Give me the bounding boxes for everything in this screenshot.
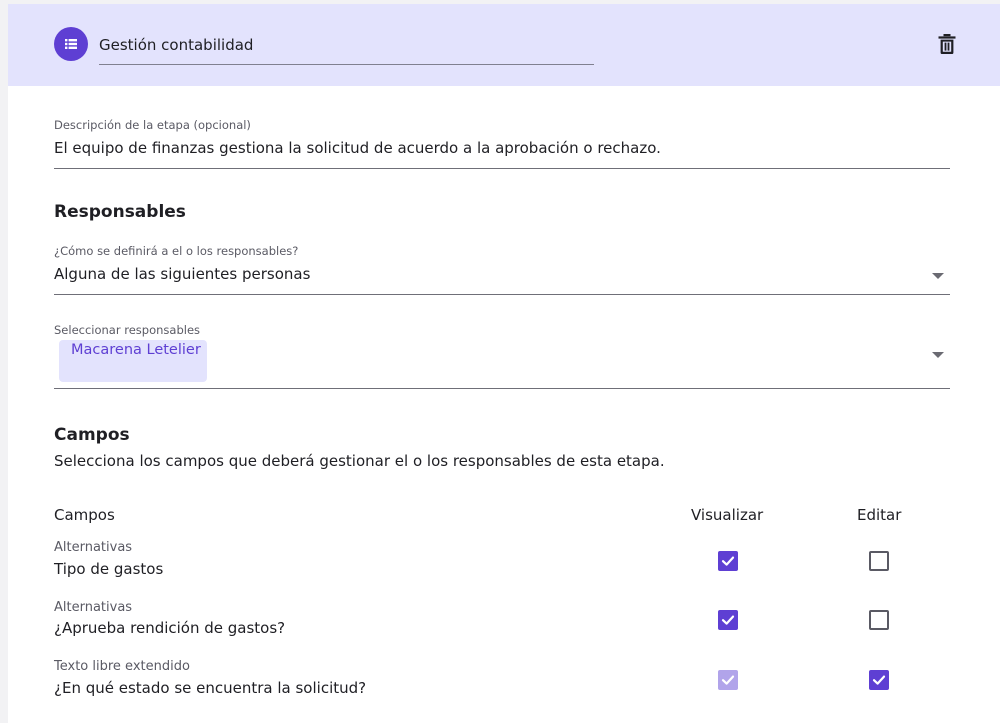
column-header-visualizar: Visualizar	[691, 506, 764, 524]
description-value: El equipo de finanzas gestiona la solici…	[54, 139, 661, 157]
check-icon	[721, 615, 735, 625]
responsables-mode-select[interactable]: ¿Cómo se definirá a el o los responsable…	[54, 240, 950, 295]
responsable-chip-label: Macarena Letelier	[71, 342, 201, 358]
edit-checkbox[interactable]	[869, 670, 889, 690]
field-type: Alternativas	[54, 540, 133, 555]
check-icon	[872, 675, 886, 685]
trash-icon	[938, 34, 956, 54]
view-checkbox[interactable]	[718, 551, 738, 571]
responsables-mode-value: Alguna de las siguientes personas	[54, 265, 311, 283]
field-name: ¿Aprueba rendición de gastos?	[54, 619, 286, 637]
field-type: Alternativas	[54, 600, 133, 615]
delete-button[interactable]	[934, 31, 960, 57]
responsable-chip[interactable]: Macarena Letelier	[59, 340, 207, 382]
responsables-title: Responsables	[54, 202, 186, 222]
responsables-select-label: Seleccionar responsables	[54, 323, 201, 337]
stage-header: Gestión contabilidad	[8, 4, 1000, 86]
field-name: ¿En qué estado se encuentra la solicitud…	[54, 679, 367, 697]
check-icon	[721, 556, 735, 566]
edit-checkbox[interactable]	[869, 551, 889, 571]
responsables-mode-label: ¿Cómo se definirá a el o los responsable…	[54, 244, 299, 258]
chevron-down-icon	[932, 352, 944, 358]
check-icon	[721, 675, 735, 685]
stage-title-field[interactable]: Gestión contabilidad	[99, 28, 594, 65]
edit-checkbox[interactable]	[869, 610, 889, 630]
responsables-select[interactable]: Seleccionar responsables Macarena Leteli…	[54, 320, 950, 389]
chevron-down-icon	[932, 273, 944, 279]
column-header-campos: Campos	[54, 506, 115, 524]
campos-description: Selecciona los campos que deberá gestion…	[54, 452, 665, 470]
column-header-editar: Editar	[857, 506, 902, 524]
stage-title: Gestión contabilidad	[99, 36, 254, 54]
list-icon	[54, 27, 88, 61]
stage-card: Gestión contabilidad Descripción de la e…	[8, 4, 1000, 723]
field-name: Tipo de gastos	[54, 560, 164, 578]
view-checkbox	[718, 670, 738, 690]
view-checkbox[interactable]	[718, 610, 738, 630]
field-type: Texto libre extendido	[54, 659, 190, 674]
campos-title: Campos	[54, 425, 130, 445]
description-label: Descripción de la etapa (opcional)	[54, 118, 251, 132]
description-field[interactable]: Descripción de la etapa (opcional) El eq…	[54, 114, 950, 169]
